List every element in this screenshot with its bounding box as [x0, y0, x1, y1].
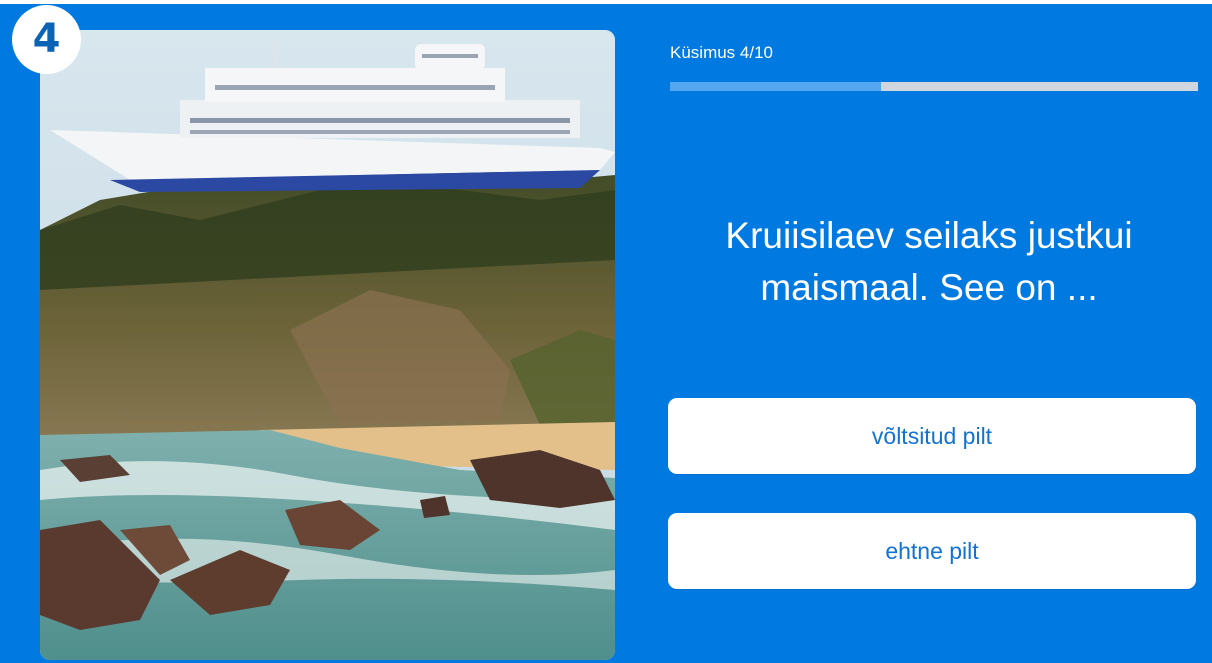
- question-text: Kruiisilaev seilaks justkui maismaal. Se…: [725, 215, 1133, 308]
- progress-label: Küsimus 4/10: [670, 43, 773, 62]
- cruise-ship-photo: [40, 30, 615, 660]
- question-photo: [40, 30, 615, 660]
- answer-button-fake[interactable]: võltsitud pilt: [668, 398, 1196, 474]
- top-border: [0, 0, 1212, 4]
- progress-bar-fill: [670, 82, 882, 91]
- question-number-badge: 4: [12, 5, 81, 74]
- quiz-screen: 4 Küsimus 4/10 Kruiisilaev seilaks justk…: [0, 0, 1212, 663]
- progress-bar: [670, 82, 1198, 91]
- answer-button-real[interactable]: ehtne pilt: [668, 513, 1196, 589]
